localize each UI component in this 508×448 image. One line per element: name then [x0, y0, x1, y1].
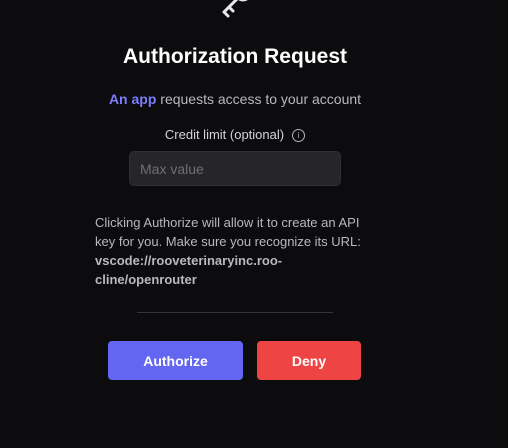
request-description: An app requests access to your account	[0, 91, 470, 107]
authorization-page: Authorization Request An app requests ac…	[0, 0, 508, 448]
page-title: Authorization Request	[123, 45, 347, 68]
authorize-button[interactable]: Authorize	[108, 341, 243, 380]
app-name-link[interactable]: An app	[109, 91, 156, 107]
credit-limit-label: Credit limit (optional) i	[0, 127, 470, 142]
request-description-text: requests access to your account	[156, 91, 362, 107]
credit-limit-label-text: Credit limit (optional)	[164, 127, 285, 142]
key-icon	[222, 0, 248, 18]
info-icon[interactable]: i	[292, 129, 306, 142]
deny-button[interactable]: Deny	[257, 341, 361, 380]
authorize-notice: Clicking Authorize will allow it to crea…	[95, 213, 375, 289]
divider	[137, 312, 333, 313]
authorize-notice-text: Clicking Authorize will allow it to crea…	[95, 215, 361, 249]
callback-url: vscode://rooveterinaryinc.roo-cline/open…	[95, 253, 283, 287]
credit-limit-input[interactable]	[129, 151, 341, 186]
